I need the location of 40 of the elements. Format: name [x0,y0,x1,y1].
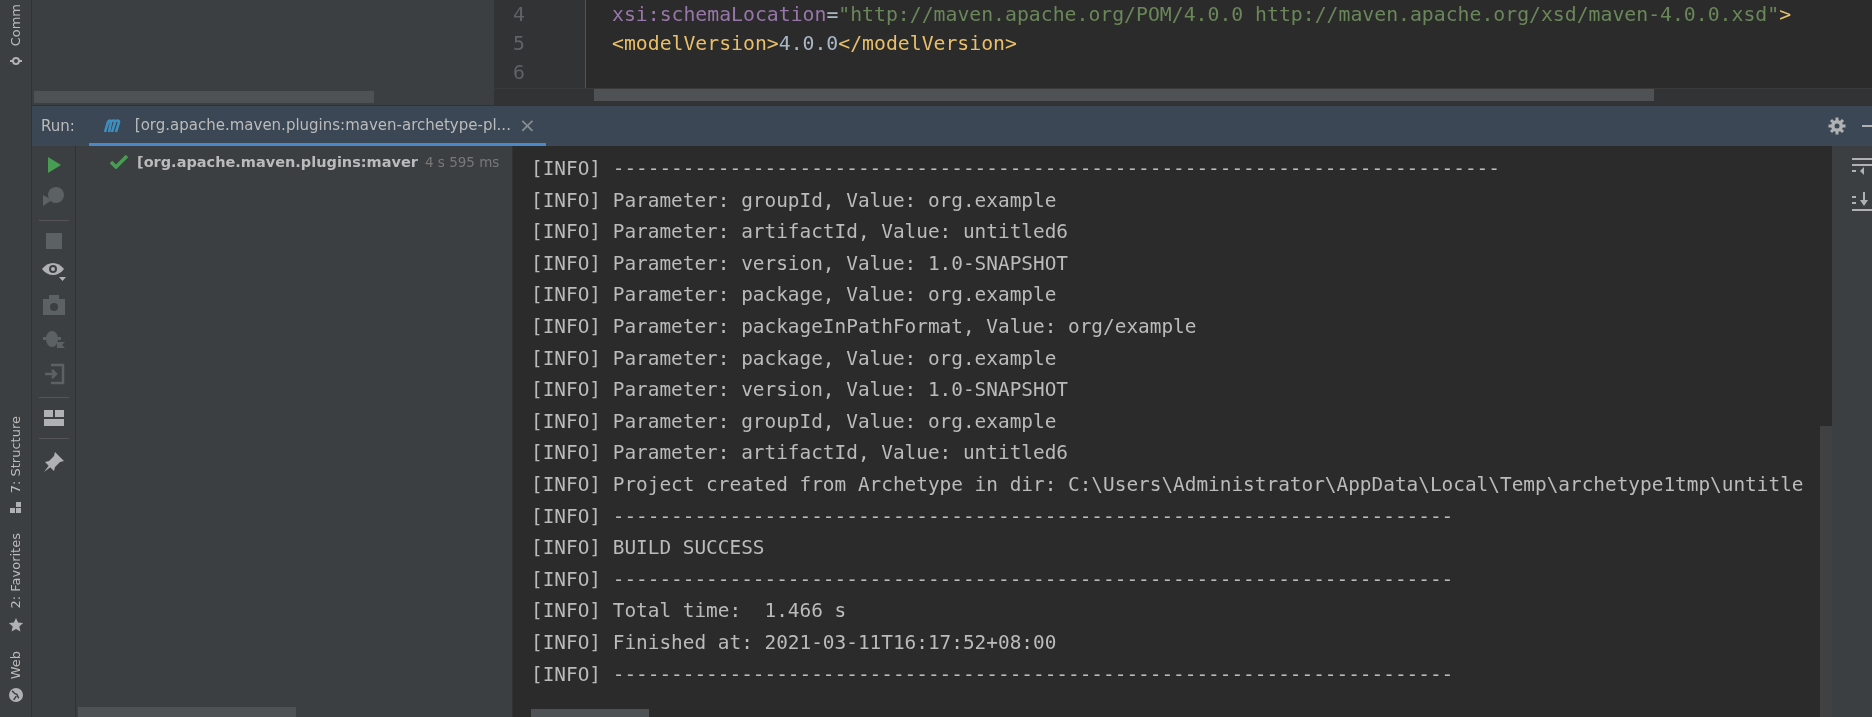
console-line: [INFO] Parameter: package, Value: org.example [531,345,1058,372]
console-line: [INFO] Parameter: artifactId, Value: untitled6 [531,440,1069,467]
console-line: [INFO] Parameter: version, Value: 1.0-SNAPSHOT [531,250,1069,277]
console-line: [INFO] ------------------------------------------------------------------------ [531,503,1455,530]
check-icon [110,155,128,169]
globe-icon [7,687,24,703]
tool-window-tab[interactable]: Web [8,650,23,679]
console-line: [INFO] Parameter: groupId, Value: org.example [531,408,1058,435]
tool-window-tab[interactable]: 7: Structure [8,415,23,494]
console-line: [INFO] Total time: 1.466 s [531,598,848,625]
pin-icon[interactable] [42,451,65,473]
scroll-to-end-icon[interactable] [1852,192,1872,212]
console-line: [INFO] Parameter: packageInPathFormat, Value: org/example [531,313,1198,340]
settings-icon[interactable] [1828,117,1846,135]
console-line: [INFO] BUILD SUCCESS [531,535,766,562]
scrollbar[interactable] [1820,426,1832,717]
tree-item[interactable]: [org.apache.maven.plugins:maver [137,154,418,170]
structure-icon [8,501,23,516]
console-line: [INFO] Parameter: artifactId, Value: untitled6 [531,219,1069,246]
console-line: [INFO] ---------------------------------------------------------------------------- [531,156,1501,182]
code-line: xsi:schemaLocation="http://maven.apache.org/POM/4.0.0 http://maven.apache.org/xsd/maven-4.0.0.xsd"> [612,3,1792,26]
console-line: [INFO] ------------------------------------------------------------------------ [531,661,1455,688]
scrollbar[interactable] [531,709,649,717]
layout-icon[interactable] [43,410,64,426]
console-line: [INFO] Parameter: groupId, Value: org.example [531,187,1058,214]
console-line: [INFO] Parameter: package, Value: org.example [531,282,1058,309]
console-line: [INFO] Project created from Archetype in dir: C:\Users\Administrator\AppData\Local\Temp\archetype1tmp\untitle [531,471,1805,498]
scrollbar[interactable] [594,89,1654,101]
tool-window-tab[interactable]: 2: Favorites [8,533,23,609]
soft-wrap-icon[interactable] [1852,156,1872,176]
duration-text: 4 s 595 ms [424,154,500,170]
close-icon[interactable]: × [518,112,536,137]
tool-window-tab[interactable]: Comm [8,4,23,47]
panel-title: Run: [40,117,76,135]
console-line: [INFO] Finished at: 2021-03-11T16:17:52+08:00 [531,629,1058,656]
console-line: [INFO] ------------------------------------------------------------------------ [531,566,1455,593]
code-line: <modelVersion>4.0.0</modelVersion> [612,32,1017,55]
star-icon [7,616,24,633]
eye-icon[interactable] [40,261,67,283]
console-line: [INFO] Parameter: version, Value: 1.0-SNAPSHOT [531,377,1069,404]
